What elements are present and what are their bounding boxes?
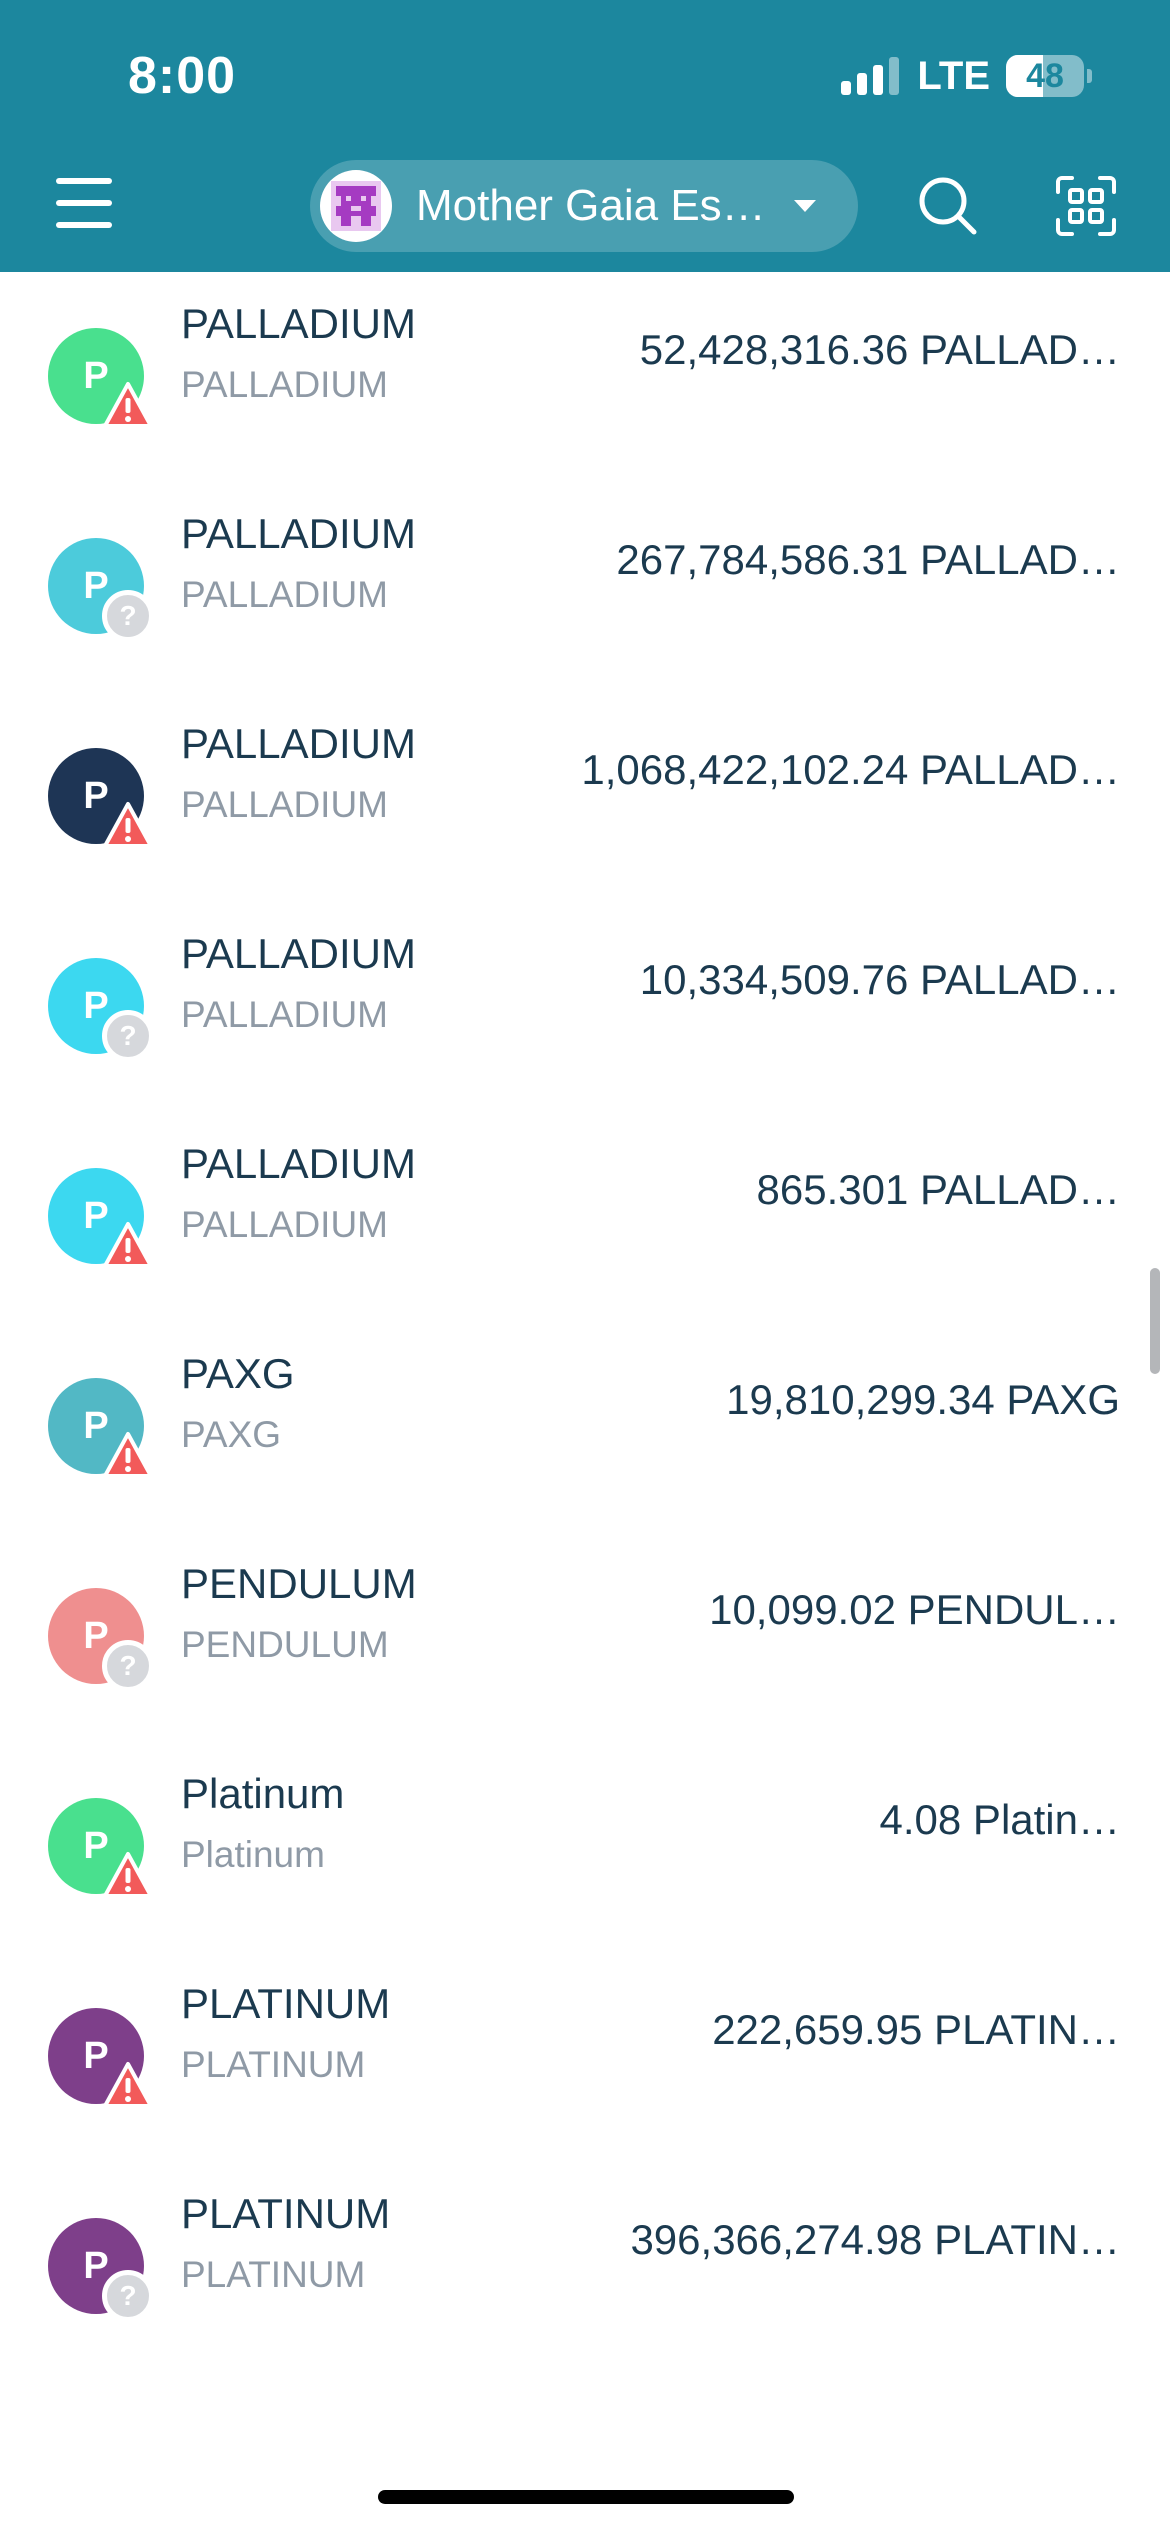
wallet-name: Mother Gaia Es… [416, 181, 766, 230]
wallet-avatar [320, 170, 392, 242]
token-balance: 10,099.02 PENDUL… [709, 1586, 1120, 1633]
token-row[interactable]: P PALLADIUM PALLADIUM 865.301 PALLAD… [0, 1112, 1170, 1322]
token-symbol: PALLADIUM [181, 574, 388, 615]
token-row[interactable]: P PALLADIUM PALLADIUM 1,068,422,102.24 PALL… [0, 692, 1170, 902]
token-balance: 396,366,274.98 PLATIN… [630, 2216, 1120, 2263]
token-row[interactable]: P? PALLADIUM PALLADIUM 10,334,509.76 PALLAD… [0, 902, 1170, 1112]
token-name: PAXG [181, 1350, 295, 1397]
token-balance: 1,068,422,102.24 PALLAD… [581, 746, 1120, 793]
cellular-signal-icon [841, 57, 900, 95]
warning-triangle-icon [102, 1850, 154, 1902]
warning-triangle-icon [102, 1220, 154, 1272]
home-indicator[interactable] [378, 2490, 794, 2504]
token-symbol: PALLADIUM [181, 994, 388, 1035]
token-balance: 10,334,509.76 PALLAD… [639, 956, 1120, 1003]
token-symbol: PAXG [181, 1414, 282, 1455]
hamburger-menu-icon[interactable] [56, 178, 112, 228]
token-row[interactable]: P PAXG PAXG 19,810,299.34 PAXG [0, 1322, 1170, 1532]
token-balance: 865.301 PALLAD… [756, 1166, 1120, 1213]
token-balance: 4.08 Platin… [879, 1796, 1120, 1843]
warning-triangle-icon [102, 380, 154, 432]
chevron-down-icon [793, 200, 816, 212]
token-name: PALLADIUM [181, 720, 416, 767]
qr-scan-icon[interactable] [1054, 174, 1118, 238]
token-symbol: PALLADIUM [181, 364, 388, 405]
unknown-question-icon: ? [102, 2270, 154, 2322]
warning-triangle-icon [102, 1430, 154, 1482]
app-header: 8:00 LTE 48 Mother Gaia Es… [0, 0, 1170, 272]
token-symbol: Platinum [181, 1834, 325, 1875]
unknown-question-icon: ? [102, 1010, 154, 1062]
token-row[interactable]: P? PLATINUM PLATINUM 396,366,274.98 PLATIN… [0, 2162, 1170, 2372]
token-name: PLATINUM [181, 2190, 391, 2237]
token-balance: 52,428,316.36 PALLAD… [639, 326, 1120, 373]
token-row[interactable]: P PALLADIUM PALLADIUM 52,428,316.36 PALLAD… [0, 272, 1170, 482]
warning-triangle-icon [102, 800, 154, 852]
token-row[interactable]: P? PALLADIUM PALLADIUM 267,784,586.31 PALLA… [0, 482, 1170, 692]
token-symbol: PLATINUM [181, 2254, 366, 2295]
token-name: PENDULUM [181, 1560, 417, 1607]
token-balance: 19,810,299.34 PAXG [726, 1376, 1120, 1423]
warning-triangle-icon [102, 2060, 154, 2112]
token-symbol: PLATINUM [181, 2044, 366, 2085]
token-list: P PALLADIUM PALLADIUM 52,428,316.36 PALLAD…… [0, 272, 1170, 2372]
token-symbol: PALLADIUM [181, 784, 388, 825]
token-name: PLATINUM [181, 1980, 391, 2027]
token-symbol: PALLADIUM [181, 1204, 388, 1245]
token-symbol: PENDULUM [181, 1624, 389, 1665]
token-name: PALLADIUM [181, 930, 416, 977]
pixel-avatar-icon [331, 181, 381, 231]
scrollbar[interactable] [1150, 1268, 1160, 1374]
network-type: LTE [917, 53, 990, 98]
token-row[interactable]: P Platinum Platinum 4.08 Platin… [0, 1742, 1170, 1952]
battery-icon: 48 [1006, 55, 1084, 97]
battery-percent: 48 [1026, 57, 1064, 95]
wallet-selector[interactable]: Mother Gaia Es… [310, 160, 858, 252]
token-row[interactable]: P PLATINUM PLATINUM 222,659.95 PLATIN… [0, 1952, 1170, 2162]
token-name: PALLADIUM [181, 300, 416, 347]
search-icon[interactable] [916, 174, 980, 238]
status-time: 8:00 [128, 47, 237, 105]
token-balance: 267,784,586.31 PALLAD… [616, 536, 1120, 583]
token-name: Platinum [181, 1770, 345, 1817]
unknown-question-icon: ? [102, 1640, 154, 1692]
status-indicators: LTE 48 [841, 52, 1092, 100]
token-row[interactable]: P? PENDULUM PENDULUM 10,099.02 PENDUL… [0, 1532, 1170, 1742]
token-balance: 222,659.95 PLATIN… [712, 2006, 1120, 2053]
token-name: PALLADIUM [181, 1140, 416, 1187]
unknown-question-icon: ? [102, 590, 154, 642]
token-name: PALLADIUM [181, 510, 416, 557]
